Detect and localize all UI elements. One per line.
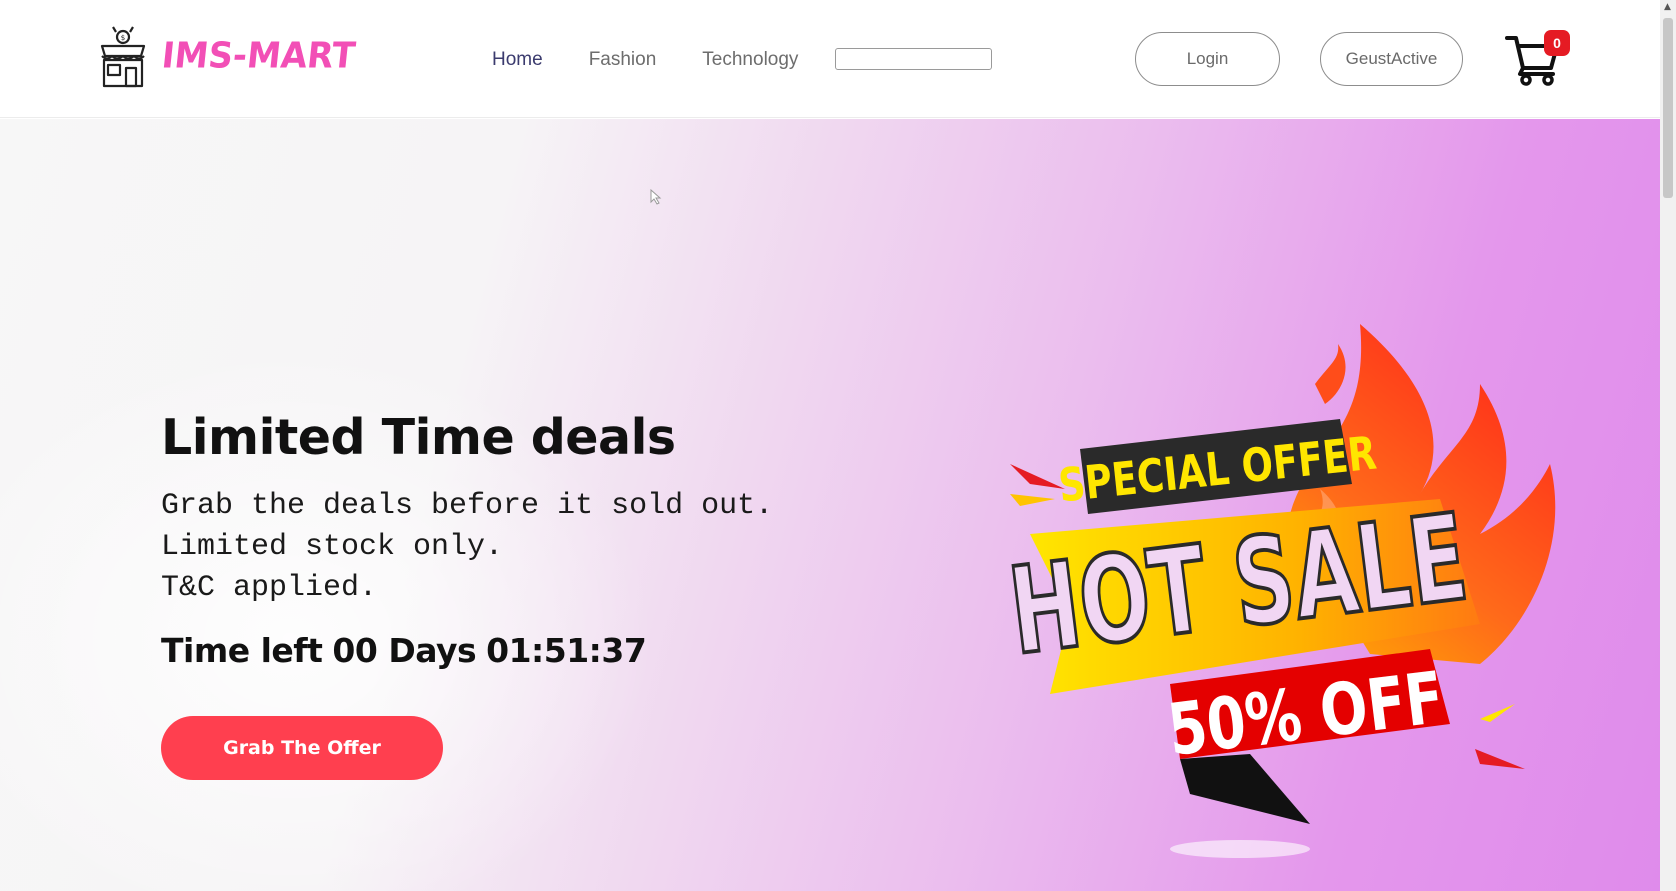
timer-days: 00 Days [332, 631, 477, 670]
timer-prefix: Time left [161, 631, 323, 670]
top-navbar: $ IMS-MART Home Fashion Technology Login… [0, 0, 1660, 118]
brand[interactable]: $ IMS-MART [96, 24, 358, 88]
grab-offer-button[interactable]: Grab The Offer [161, 716, 443, 780]
hero-description: Grab the deals before it sold out. Limit… [161, 486, 773, 609]
hero-title: Limited Time deals [161, 409, 676, 466]
hero-line: Grab the deals before it sold out. [161, 489, 774, 523]
brand-name: IMS-MART [159, 35, 358, 77]
nav-technology[interactable]: Technology [702, 49, 798, 71]
cart-button[interactable]: 0 [1504, 30, 1574, 86]
svg-text:$: $ [121, 34, 125, 42]
cart-count-badge: 0 [1544, 30, 1570, 56]
guest-active-button[interactable]: GeustActive [1320, 32, 1463, 86]
scroll-thumb[interactable] [1663, 18, 1673, 198]
storefront-icon: $ [100, 26, 146, 88]
countdown-timer: Time left 00 Days 01:51:37 [161, 631, 656, 670]
hero-line: Limited stock only. [161, 530, 504, 564]
hero-line: T&C applied. [161, 571, 378, 605]
discount-text: 50% OFF [1164, 657, 1449, 773]
hot-sale-badge: SPECIAL OFFER HOT SALE 50% OFF [1010, 324, 1556, 858]
main-nav: Home Fashion Technology [492, 49, 844, 71]
vertical-scrollbar[interactable]: ▲ [1660, 0, 1676, 891]
timer-clock: 01:51:37 [486, 631, 647, 670]
nav-fashion[interactable]: Fashion [589, 49, 657, 71]
scroll-up-arrow-icon[interactable]: ▲ [1664, 2, 1671, 12]
login-button[interactable]: Login [1135, 32, 1280, 86]
hero-banner: Limited Time deals Grab the deals before… [0, 119, 1660, 891]
search-input[interactable] [835, 48, 992, 70]
mouse-pointer-icon [650, 189, 662, 205]
page: $ IMS-MART Home Fashion Technology Login… [0, 0, 1676, 891]
nav-home[interactable]: Home [492, 49, 543, 71]
